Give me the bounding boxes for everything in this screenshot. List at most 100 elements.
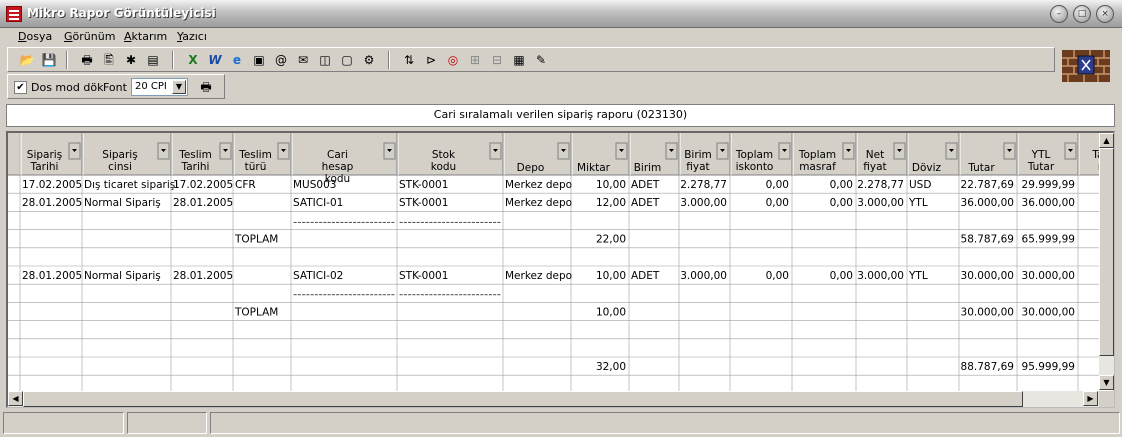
- menu-aktarim[interactable]: Aktarım: [124, 30, 167, 43]
- table-row[interactable]: 17.02.2005 Dış ticaret siparişi17.02.2005…: [8, 175, 1101, 194]
- table-cell: CFR: [235, 179, 256, 191]
- export-icon[interactable]: ▣: [250, 51, 268, 69]
- table-row[interactable]: TOPLAM 22,00 58.787,69 65.999,99: [8, 229, 1101, 249]
- tree2-icon[interactable]: ⊟: [488, 51, 506, 69]
- maximize-button[interactable]: □: [1073, 5, 1091, 23]
- table-cell: 65.999,99: [1022, 234, 1075, 246]
- menu-dosya[interactable]: Dosya: [18, 30, 52, 43]
- table-cell: 0,00: [830, 197, 853, 209]
- table-cell: 95.999,99: [1022, 361, 1075, 373]
- window-title: Mikro Rapor Görüntüleyicisi: [27, 6, 216, 20]
- table-cell: 32,00: [596, 361, 626, 373]
- column-filter-button[interactable]: [945, 142, 958, 160]
- gear-icon[interactable]: ⚙: [360, 51, 378, 69]
- table-cell: 30.000,00: [961, 306, 1014, 318]
- table-cell: 3.000,00: [680, 270, 727, 282]
- table-row[interactable]: 28.01.2005 Normal Sipariş 28.01.2005 SATICI…: [8, 266, 1101, 285]
- menu-bar: Dosya Görünüm Aktarım Yazıcı: [0, 28, 1055, 45]
- table-cell: 2.278,77: [680, 179, 727, 191]
- column-filter-button[interactable]: [157, 142, 170, 160]
- report-table: Sipariş TarihiSipariş cinsiTeslim TarihiTes…: [8, 133, 1101, 391]
- pen-icon[interactable]: ✎: [532, 51, 550, 69]
- app-icon: [6, 6, 22, 22]
- menu-gorunum[interactable]: Görünüm: [64, 30, 115, 43]
- report-title: Cari sıralamalı verilen sipariş raporu (…: [6, 104, 1115, 127]
- print-icon[interactable]: 🖶: [197, 78, 215, 96]
- column-filter-button[interactable]: [277, 142, 290, 160]
- font-select[interactable]: 20 CPI ▼: [131, 78, 188, 96]
- column-filter-button[interactable]: [557, 142, 570, 160]
- column-filter-button[interactable]: [615, 142, 628, 160]
- table-cell: YTL: [908, 270, 928, 282]
- table-cell: 10,00: [596, 179, 626, 191]
- column-header-label: Tutar: [967, 162, 995, 174]
- column-header-label: Döviz: [912, 162, 942, 174]
- menu-yazici[interactable]: Yazıcı: [177, 30, 207, 43]
- column-filter-button[interactable]: [1064, 142, 1077, 160]
- scroll-down-icon[interactable]: ▼: [1099, 375, 1114, 390]
- book-icon[interactable]: ▤: [144, 51, 162, 69]
- ie-icon[interactable]: e: [228, 51, 246, 69]
- mail-export-icon[interactable]: @: [272, 51, 290, 69]
- vertical-scrollbar[interactable]: ▲ ▼: [1099, 133, 1114, 390]
- table-cell: TOPLAM: [234, 306, 278, 318]
- vertical-scroll-thumb[interactable]: [1099, 148, 1114, 356]
- note-icon[interactable]: ▦: [510, 51, 528, 69]
- scrollbar-corner: [1099, 391, 1114, 407]
- html-icon[interactable]: ◫: [316, 51, 334, 69]
- table-row[interactable]: [8, 338, 1101, 358]
- chevron-down-icon[interactable]: ▼: [172, 80, 186, 94]
- table-row[interactable]: [8, 375, 1101, 391]
- table-cell: 17.02.2005: [22, 179, 82, 191]
- column-filter-button[interactable]: [383, 142, 396, 160]
- column-filter-button[interactable]: [68, 142, 81, 160]
- print-preview-icon[interactable]: 🖺: [100, 51, 118, 69]
- table-row[interactable]: 32,00 88.787,69 95.999,99: [8, 357, 1101, 376]
- table-row[interactable]: ------------------------ ----------------…: [8, 284, 1101, 303]
- table-cell: SATICI-01: [293, 197, 343, 209]
- scroll-left-icon[interactable]: ◀: [8, 391, 23, 406]
- table-row[interactable]: ------------------------ ----------------…: [8, 211, 1101, 230]
- table-cell: Merkez depo: [505, 197, 572, 209]
- table-row[interactable]: [8, 320, 1101, 340]
- table-row[interactable]: TOPLAM 10,00 30.000,00 30.000,00: [8, 302, 1101, 321]
- table-cell: 28.01.2005: [22, 197, 82, 209]
- table-cell: Merkez depo: [505, 270, 572, 282]
- table-row[interactable]: [8, 247, 1101, 267]
- column-filter-button[interactable]: [778, 142, 791, 160]
- column-filter-button[interactable]: [489, 142, 502, 160]
- table-row[interactable]: 28.01.2005 Normal Sipariş 28.01.2005 SATICI…: [8, 193, 1101, 212]
- column-filter-button[interactable]: [665, 142, 678, 160]
- column-filter-button[interactable]: [716, 142, 729, 160]
- scroll-right-icon[interactable]: ▶: [1083, 391, 1098, 406]
- scroll-up-icon[interactable]: ▲: [1099, 133, 1114, 148]
- settings-icon[interactable]: ✱: [122, 51, 140, 69]
- table-cell: ------------------------: [293, 290, 395, 300]
- column-filter-button[interactable]: [1003, 142, 1016, 160]
- table-cell: 58.787,69: [961, 234, 1014, 246]
- table-cell: ADET: [631, 179, 660, 191]
- table-cell: STK-0001: [399, 270, 448, 282]
- document-icon[interactable]: ▢: [338, 51, 356, 69]
- filter-icon[interactable]: ⊳: [422, 51, 440, 69]
- table-cell: 0,00: [830, 179, 853, 191]
- minimize-button[interactable]: –: [1050, 5, 1068, 23]
- column-filter-button[interactable]: [842, 142, 855, 160]
- column-filter-button[interactable]: [893, 142, 906, 160]
- column-filter-button[interactable]: [219, 142, 232, 160]
- excel-icon[interactable]: X: [184, 51, 202, 69]
- tree-icon[interactable]: ⊞: [466, 51, 484, 69]
- mail-icon[interactable]: ✉: [294, 51, 312, 69]
- print-icon[interactable]: 🖶: [78, 51, 96, 69]
- sort-icon[interactable]: ⇅: [400, 51, 418, 69]
- save-icon[interactable]: 💾: [40, 51, 58, 69]
- chart-icon[interactable]: ◎: [444, 51, 462, 69]
- dos-mode-checkbox[interactable]: ✔: [14, 81, 27, 94]
- horizontal-scroll-thumb[interactable]: [23, 391, 1023, 407]
- close-button[interactable]: ×: [1096, 5, 1114, 23]
- open-icon[interactable]: 📂: [18, 51, 36, 69]
- table-cell: 36.000,00: [961, 197, 1014, 209]
- horizontal-scrollbar[interactable]: ◀ ▶: [8, 391, 1099, 407]
- word-icon[interactable]: W: [206, 51, 224, 69]
- table-cell: YTL: [908, 197, 928, 209]
